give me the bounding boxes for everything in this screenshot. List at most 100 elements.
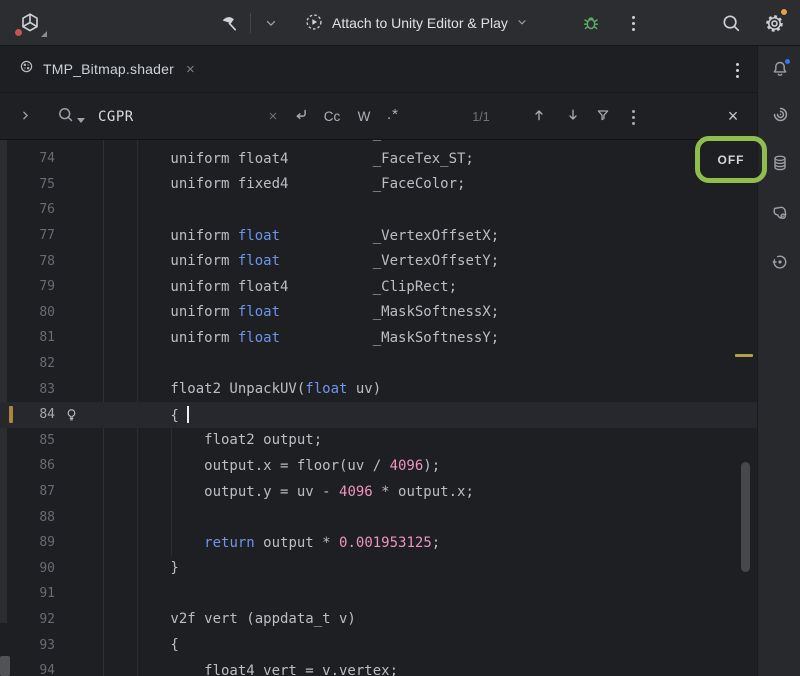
arrow-down-icon — [565, 107, 581, 126]
clear-search-button[interactable]: × — [262, 105, 284, 127]
line-number: 77 — [13, 228, 55, 243]
search-query-input[interactable]: CGPR — [98, 93, 134, 140]
code-line[interactable]: 84 { — [0, 402, 757, 428]
search-results-count: 1/1 — [450, 93, 512, 140]
ide-window: Attach to Unity Editor & Play — [0, 0, 800, 676]
gutter-icon-slot — [55, 172, 103, 198]
logo-status-dot — [15, 29, 22, 36]
code-line[interactable]: 82 — [0, 351, 757, 377]
run-config-selector[interactable]: Attach to Unity Editor & Play — [298, 8, 534, 38]
code-line[interactable]: 77 uniform float _VertexOffsetX; — [0, 223, 757, 249]
tab-close-icon[interactable]: × — [186, 62, 195, 77]
database-button[interactable] — [768, 152, 792, 176]
debug-button[interactable] — [576, 10, 606, 36]
kebab-icon — [632, 110, 635, 113]
code-lines: 74 uniform float4 _FaceTex_ST;75 uniform… — [0, 146, 757, 676]
filter-search-button[interactable] — [590, 104, 616, 128]
line-number: 88 — [13, 510, 55, 525]
code-text: float2 UnpackUV(float uv) — [103, 381, 381, 397]
spiral-icon — [770, 104, 791, 128]
search-mode-icon[interactable] — [56, 105, 86, 127]
database-icon — [770, 153, 790, 176]
search-everywhere-button[interactable] — [716, 9, 746, 37]
ai-assistant-button[interactable] — [768, 104, 792, 128]
build-options-chevron[interactable] — [258, 11, 284, 35]
code-line[interactable]: 93 { — [0, 632, 757, 658]
project-logo-button[interactable] — [14, 8, 46, 38]
code-line[interactable]: 94 float4 vert = v.vertex; — [0, 658, 757, 676]
scrollbar-warning-mark — [735, 354, 753, 357]
toolbar-divider — [250, 13, 251, 33]
code-text: float4 vert = v.vertex; — [103, 663, 398, 676]
code-text: uniform float _MaskSoftnessY; — [103, 330, 499, 346]
line-number: 74 — [13, 151, 55, 166]
line-number: 93 — [13, 638, 55, 653]
code-line[interactable]: 87 output.y = uv - 4096 * output.x; — [0, 479, 757, 505]
gutter-icon-slot — [55, 197, 103, 223]
code-line[interactable]: 81 uniform float _MaskSoftnessY; — [0, 325, 757, 351]
settings-badge — [780, 8, 788, 16]
notifications-button[interactable] — [768, 58, 792, 82]
find-bar: CGPR × Cc W .* 1/1 — [0, 93, 757, 140]
code-editor[interactable]: uniform sampler2D _FaceTex; 74 uniform f… — [0, 140, 757, 676]
tab-tmp-bitmap-shader[interactable]: TMP_Bitmap.shader × — [8, 46, 205, 92]
code-line[interactable]: 91 — [0, 581, 757, 607]
shield-tool-button[interactable] — [768, 202, 792, 226]
editor-scrollbar[interactable] — [741, 462, 750, 572]
gutter-icon-slot — [55, 325, 103, 351]
code-line[interactable]: 79 uniform float4 _ClipRect; — [0, 274, 757, 300]
gutter-icon-slot — [55, 556, 103, 582]
next-occurrence-button[interactable] — [560, 104, 586, 128]
run-config-label: Attach to Unity Editor & Play — [332, 15, 508, 31]
chevron-down-icon — [516, 15, 528, 31]
code-line[interactable]: 78 uniform float _VertexOffsetY; — [0, 248, 757, 274]
code-line[interactable]: 80 uniform float _MaskSoftnessX; — [0, 300, 757, 326]
gutter-icon-slot — [55, 479, 103, 505]
line-number: 82 — [13, 356, 55, 371]
code-line[interactable]: 92 v2f vert (appdata_t v) — [0, 607, 757, 633]
code-text: uniform float4 _FaceTex_ST; — [103, 151, 474, 167]
search-options-button[interactable] — [620, 105, 646, 129]
tabbar-options-button[interactable] — [724, 58, 750, 82]
code-line[interactable]: 74 uniform float4 _FaceTex_ST; — [0, 146, 757, 172]
newline-icon — [292, 106, 310, 127]
gutter-icon-slot — [55, 274, 103, 300]
expand-search-button[interactable] — [12, 104, 38, 129]
lightbulb-icon[interactable] — [55, 402, 103, 428]
previous-occurrence-button[interactable] — [526, 104, 552, 128]
target-icon — [770, 252, 790, 275]
close-search-button[interactable]: × — [720, 103, 746, 129]
code-text: } — [103, 560, 179, 576]
newline-button[interactable] — [288, 104, 314, 128]
off-badge[interactable]: OFF — [718, 153, 745, 167]
main-toolbar: Attach to Unity Editor & Play — [0, 0, 800, 46]
code-line[interactable]: 75 uniform fixed4 _FaceColor; — [0, 172, 757, 198]
code-line[interactable]: 90 } — [0, 556, 757, 582]
line-number: 90 — [13, 561, 55, 576]
code-text: return output * 0.001953125; — [103, 535, 440, 551]
code-text: uniform fixed4 _FaceColor; — [103, 176, 465, 192]
line-number: 79 — [13, 279, 55, 294]
build-button[interactable] — [214, 10, 244, 36]
debug-bug-icon — [581, 13, 601, 33]
gutter-icon-slot — [55, 146, 103, 172]
tab-title: TMP_Bitmap.shader — [43, 61, 174, 77]
code-line[interactable]: 88 — [0, 504, 757, 530]
gutter-icon-slot — [55, 632, 103, 658]
settings-button[interactable] — [758, 8, 790, 38]
match-case-toggle[interactable]: Cc — [318, 104, 346, 128]
gutter-icon-slot — [55, 248, 103, 274]
arrow-up-icon — [531, 107, 547, 126]
line-number: 83 — [13, 382, 55, 397]
code-line[interactable]: 76 — [0, 197, 757, 223]
line-number: 80 — [13, 305, 55, 320]
code-line[interactable]: 86 output.x = floor(uv / 4096); — [0, 453, 757, 479]
regex-toggle[interactable]: .* — [380, 102, 406, 126]
code-text: { — [103, 406, 189, 424]
code-line[interactable]: 85 float2 output; — [0, 428, 757, 454]
toolbar-more-button[interactable] — [620, 11, 646, 35]
code-line[interactable]: 83 float2 UnpackUV(float uv) — [0, 376, 757, 402]
words-toggle[interactable]: W — [352, 104, 376, 128]
profiler-button[interactable] — [768, 251, 792, 275]
code-line[interactable]: 89 return output * 0.001953125; — [0, 530, 757, 556]
